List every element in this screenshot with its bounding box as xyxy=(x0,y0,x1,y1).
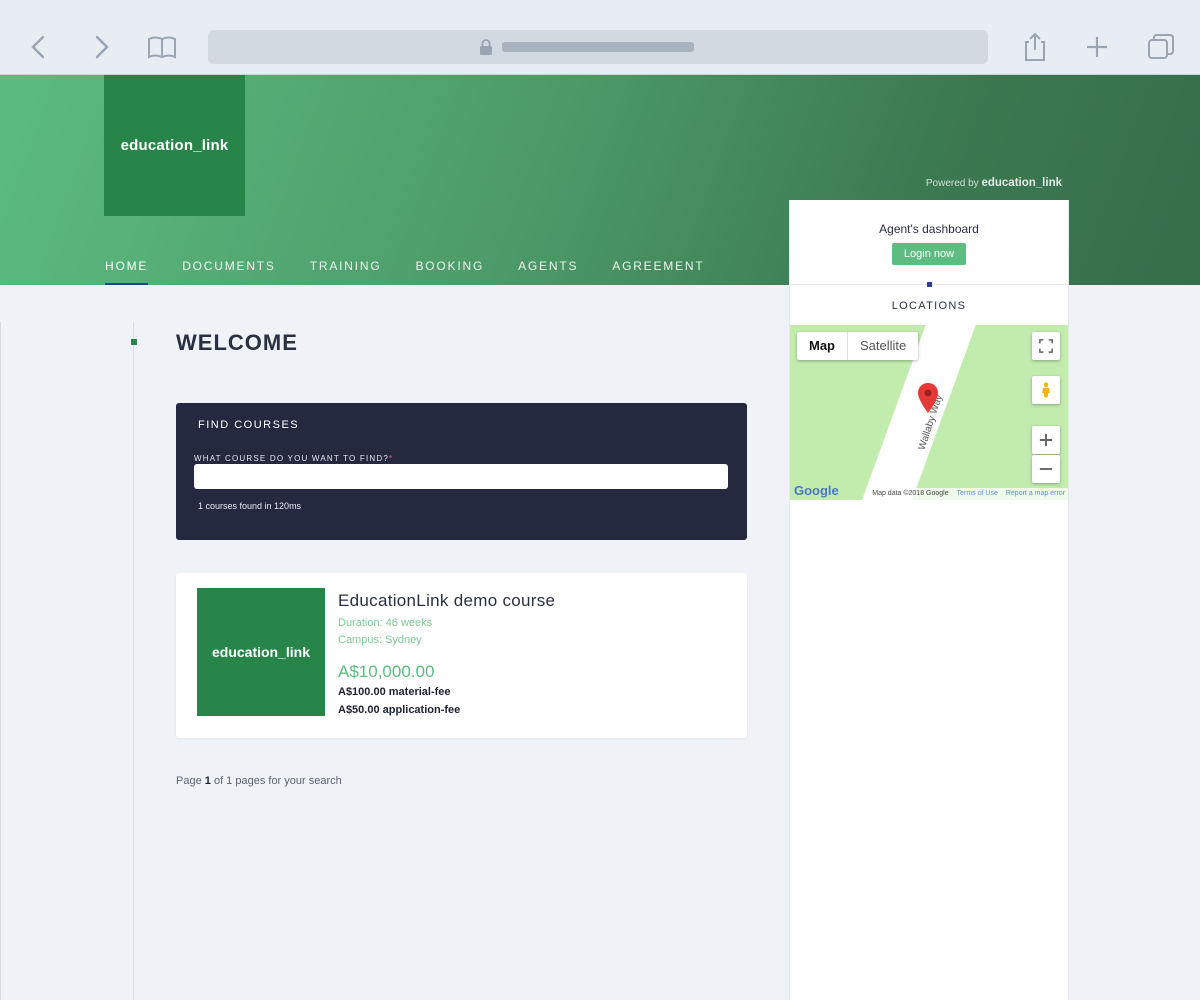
locations-map[interactable]: Wallaby Way Map Satellite Google Map dat… xyxy=(790,325,1068,500)
pager-suffix: of 1 pages for your search xyxy=(213,775,342,787)
course-title[interactable]: EducationLink demo course xyxy=(338,591,555,611)
map-data-credit: Map data ©2018 Google xyxy=(872,490,949,497)
pager-current: 1 xyxy=(204,775,211,787)
course-duration: Duration: 46 weeks xyxy=(338,617,433,629)
main-nav: HOME DOCUMENTS TRAINING BOOKING AGENTS A… xyxy=(105,251,738,285)
zoom-in-icon[interactable] xyxy=(1032,426,1060,454)
nav-agreement[interactable]: AGREEMENT xyxy=(612,251,704,285)
agent-dashboard-box: Agent's dashboard Login now xyxy=(790,200,1068,287)
fullscreen-icon[interactable] xyxy=(1032,332,1060,360)
forward-icon[interactable] xyxy=(84,30,118,64)
course-card[interactable]: education_link EducationLink demo course… xyxy=(176,573,747,738)
map-attribution: Map data ©2018 Google Terms of Use Repor… xyxy=(869,488,1068,500)
pagination-info: Page 1 of 1 pages for your search xyxy=(176,775,342,787)
street-view-icon[interactable] xyxy=(1032,376,1060,404)
nav-training[interactable]: TRAINING xyxy=(310,251,382,285)
map-type-map[interactable]: Map xyxy=(797,332,848,360)
powered-brand: education_link xyxy=(981,177,1062,189)
google-logo: Google xyxy=(794,483,839,498)
nav-documents[interactable]: DOCUMENTS xyxy=(182,251,276,285)
new-tab-icon[interactable] xyxy=(1080,30,1114,64)
course-thumbnail[interactable]: education_link xyxy=(197,588,325,716)
course-search-label: WHAT COURSE DO YOU WANT TO FIND?* xyxy=(194,454,393,463)
course-search-label-text: WHAT COURSE DO YOU WANT TO FIND? xyxy=(194,454,390,463)
sidebar: Agent's dashboard Login now LOCATIONS Wa… xyxy=(789,200,1069,1000)
agent-dot xyxy=(927,282,932,287)
map-type-satellite[interactable]: Satellite xyxy=(848,332,918,360)
find-courses-title: FIND COURSES xyxy=(198,419,300,431)
map-pin-icon[interactable] xyxy=(918,383,938,413)
back-icon[interactable] xyxy=(22,30,56,64)
powered-prefix: Powered by xyxy=(925,178,979,189)
nav-agents[interactable]: AGENTS xyxy=(518,251,578,285)
course-price: A$10,000.00 xyxy=(338,662,435,681)
application-fee: A$50.00 application-fee xyxy=(338,704,461,716)
lock-icon xyxy=(479,39,493,55)
timeline-dot xyxy=(131,339,137,345)
address-bar[interactable] xyxy=(208,30,988,64)
course-search-input[interactable] xyxy=(194,464,728,489)
page-edge-line xyxy=(0,322,1,1000)
search-result-count: 1 courses found in 120ms xyxy=(198,501,302,511)
locations-title: LOCATIONS xyxy=(891,300,967,312)
map-report-link[interactable]: Report a map error xyxy=(1006,488,1065,500)
share-icon[interactable] xyxy=(1018,30,1052,64)
course-campus: Campus: Sydney xyxy=(338,634,422,646)
powered-by: Powered by education_link xyxy=(926,177,1062,189)
nav-home[interactable]: HOME xyxy=(105,251,149,285)
page-title: WELCOME xyxy=(176,330,298,355)
find-courses-panel: FIND COURSES WHAT COURSE DO YOU WANT TO … xyxy=(176,403,747,540)
map-terms-link[interactable]: Terms of Use xyxy=(957,488,998,500)
url-placeholder xyxy=(502,42,694,52)
map-type-control: Map Satellite xyxy=(797,332,919,360)
zoom-out-icon[interactable] xyxy=(1032,455,1060,483)
pager-prefix: Page xyxy=(176,775,202,787)
required-mark: * xyxy=(389,454,394,463)
tabs-icon[interactable] xyxy=(1144,30,1178,64)
browser-toolbar xyxy=(0,0,1200,75)
agent-dashboard-title: Agent's dashboard xyxy=(879,222,979,236)
timeline-line xyxy=(133,322,134,1000)
nav-booking[interactable]: BOOKING xyxy=(415,251,484,285)
login-button[interactable]: Login now xyxy=(891,243,967,265)
site-logo[interactable]: education_link xyxy=(104,75,245,216)
bookmarks-icon[interactable] xyxy=(145,30,179,64)
material-fee: A$100.00 material-fee xyxy=(338,686,451,698)
